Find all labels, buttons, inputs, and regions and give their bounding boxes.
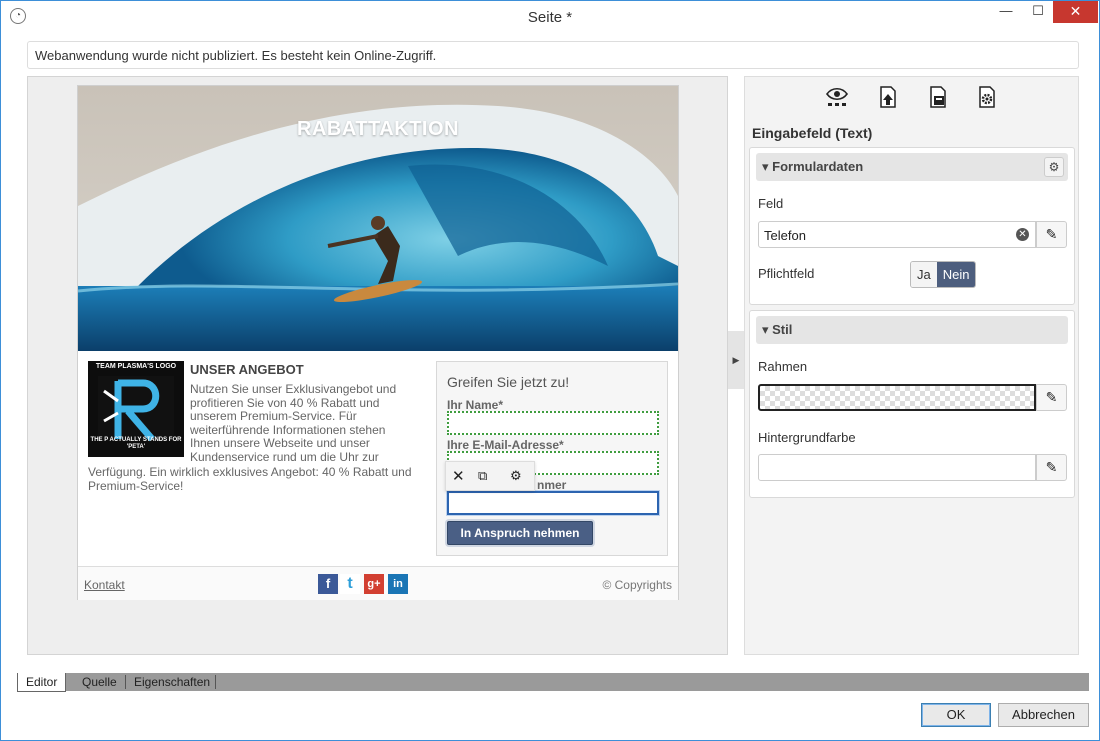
logo-text-top: TEAM PLASMA'S LOGO — [95, 363, 177, 370]
page-footer: Kontakt f t g+ in © Copyrights — [78, 566, 678, 600]
facebook-icon[interactable]: f — [318, 574, 338, 594]
pflichtfeld-toggle[interactable]: Ja Nein — [910, 261, 977, 288]
tab-quelle[interactable]: Quelle — [74, 673, 125, 691]
stil-header[interactable]: ▾ Stil — [756, 316, 1068, 344]
gear-icon[interactable]: ⚙ — [1044, 157, 1064, 177]
rahmen-input[interactable] — [758, 384, 1036, 411]
feld-value: Telefon — [764, 228, 806, 243]
collapse-panel-handle[interactable]: ▶ — [728, 331, 744, 389]
pflichtfeld-label: Pflichtfeld — [758, 266, 815, 281]
hero-title: RABATTAKTION — [297, 118, 459, 140]
nein-option[interactable]: Nein — [936, 262, 976, 287]
name-label: Ihr Name* — [447, 398, 504, 412]
formulardaten-header[interactable]: ▾ Formulardaten ⚙ — [756, 153, 1068, 181]
ok-button[interactable]: OK — [921, 703, 991, 727]
landing-page-preview: RABATTAKTION TEAM PLASMA'S LOGO THE P AC… — [77, 85, 679, 600]
minimize-button[interactable]: — — [991, 1, 1021, 23]
window-title: Seite * — [527, 9, 573, 26]
duplicate-icon[interactable]: ⧉ — [478, 468, 487, 484]
contact-link[interactable]: Kontakt — [84, 578, 125, 592]
editor-canvas[interactable]: RABATTAKTION TEAM PLASMA'S LOGO THE P AC… — [27, 76, 728, 655]
delete-icon[interactable]: ✕ — [452, 467, 465, 485]
twitter-icon[interactable]: t — [340, 574, 360, 594]
claim-button[interactable]: In Anspruch nehmen — [447, 521, 593, 545]
form-heading: Greifen Sie jetzt zu! — [447, 374, 570, 390]
tab-editor[interactable]: Editor — [17, 673, 67, 692]
collapse-arrow-icon: ▾ — [762, 159, 773, 174]
stil-group: ▾ Stil Rahmen ✎ Hintergrundfarbe ✎ — [749, 310, 1075, 498]
field-toolbar: ✕ ⧉ ⚙ — [445, 461, 535, 491]
close-button[interactable]: ✕ — [1053, 1, 1098, 23]
formulardaten-title: Formulardaten — [772, 159, 864, 174]
publish-notice: Webanwendung wurde nicht publiziert. Es … — [27, 41, 1079, 69]
copyright-text: © Copyrights — [602, 578, 672, 592]
dialog-window: ◔ Seite * — ☐ ✕ Webanwendung wurde nicht… — [0, 0, 1100, 741]
ja-option[interactable]: Ja — [911, 262, 937, 287]
logo-image: TEAM PLASMA'S LOGO THE P ACTUALLY STANDS… — [88, 361, 184, 457]
stil-title: Stil — [772, 322, 793, 337]
feld-label: Feld — [758, 196, 784, 211]
rahmen-label: Rahmen — [758, 359, 808, 374]
properties-panel: Eingabefeld (Text) ▾ Formulardaten ⚙ Fel… — [744, 76, 1079, 655]
offer-text-continued: Verfügung. Ein wirklich exklusives Angeb… — [88, 465, 412, 493]
cancel-button[interactable]: Abbrechen — [998, 703, 1089, 727]
tab-separator — [215, 675, 216, 689]
title-bar: ◔ Seite * — ☐ ✕ — [1, 1, 1099, 33]
feld-input[interactable]: Telefon ✕ — [758, 221, 1036, 248]
upload-icon[interactable] — [876, 85, 900, 109]
google-plus-icon[interactable]: g+ — [364, 574, 384, 594]
hintergrundfarbe-input[interactable] — [758, 454, 1036, 481]
signup-form: Greifen Sie jetzt zu! Ihr Name* Ihre E-M… — [436, 361, 668, 556]
hintergrundfarbe-label: Hintergrundfarbe — [758, 430, 856, 445]
panel-title: Eingabefeld (Text) — [752, 125, 873, 141]
save-icon[interactable] — [926, 85, 950, 109]
logo-text-bottom: THE P ACTUALLY STANDS FOR 'PETA' — [90, 437, 182, 450]
eye-icon[interactable] — [825, 85, 849, 109]
clear-icon[interactable]: ✕ — [1016, 228, 1029, 241]
view-tabs: Editor Quelle Eigenschaften — [17, 673, 1089, 692]
phone-field[interactable] — [447, 491, 659, 515]
tab-eigenschaften[interactable]: Eigenschaften — [126, 673, 218, 691]
settings-icon[interactable] — [975, 85, 999, 109]
pencil-icon[interactable]: ✎ — [1036, 454, 1067, 481]
hero-banner[interactable]: RABATTAKTION — [78, 86, 678, 351]
formulardaten-group: ▾ Formulardaten ⚙ Feld Telefon ✕ ✎ Pflic… — [749, 147, 1075, 305]
pencil-icon[interactable]: ✎ — [1036, 384, 1067, 411]
phone-label: nmer — [537, 478, 567, 492]
pencil-icon[interactable]: ✎ — [1036, 221, 1067, 248]
offer-title: UNSER ANGEBOT — [190, 362, 304, 377]
name-field[interactable] — [447, 411, 659, 435]
offer-text: Nutzen Sie unser Exklusivangebot und pro… — [190, 382, 397, 464]
settings-icon[interactable]: ⚙ — [510, 468, 522, 484]
email-label: Ihre E-Mail-Adresse* — [447, 438, 564, 452]
linkedin-icon[interactable]: in — [388, 574, 408, 594]
collapse-arrow-icon: ▾ — [762, 322, 773, 337]
maximize-button[interactable]: ☐ — [1023, 1, 1053, 23]
